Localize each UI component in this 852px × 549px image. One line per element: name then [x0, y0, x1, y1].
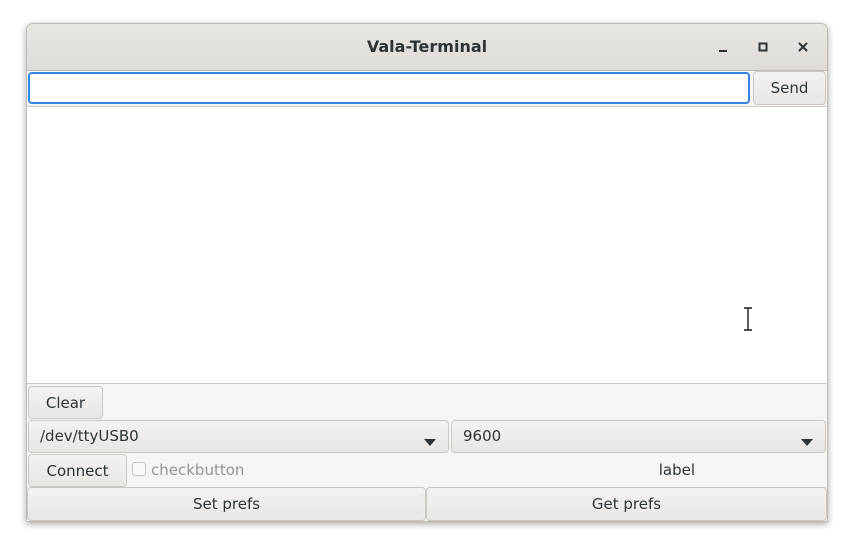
main-window: Vala-Terminal Send Clear /dev/ttyUSB0 96… [26, 23, 828, 522]
status-label: label [658, 461, 695, 479]
command-input[interactable] [28, 72, 750, 104]
close-icon [797, 41, 809, 53]
close-button[interactable] [790, 34, 816, 60]
maximize-icon [757, 41, 769, 53]
baud-rate-combobox[interactable]: 9600 [451, 420, 826, 453]
connect-button[interactable]: Connect [28, 454, 127, 487]
checkbutton-label[interactable]: checkbutton [151, 454, 244, 487]
send-button[interactable]: Send [753, 71, 826, 105]
port-selected-value: /dev/ttyUSB0 [40, 427, 139, 445]
port-combobox[interactable]: /dev/ttyUSB0 [28, 420, 449, 453]
minimize-button[interactable] [710, 34, 736, 60]
get-prefs-button[interactable]: Get prefs [426, 487, 827, 521]
dropdown-arrow-icon [801, 433, 813, 451]
title-bar[interactable]: Vala-Terminal [27, 24, 827, 71]
checkbutton-checkbox[interactable] [132, 462, 146, 476]
minimize-icon [717, 41, 729, 53]
maximize-button[interactable] [750, 34, 776, 60]
clear-button[interactable]: Clear [28, 386, 103, 419]
dropdown-arrow-icon [424, 433, 436, 451]
set-prefs-button[interactable]: Set prefs [27, 487, 426, 521]
command-row: Send [27, 71, 827, 106]
output-text-view[interactable] [27, 106, 827, 384]
text-cursor-icon [742, 306, 754, 335]
baud-selected-value: 9600 [463, 427, 502, 445]
window-title: Vala-Terminal [366, 37, 488, 56]
